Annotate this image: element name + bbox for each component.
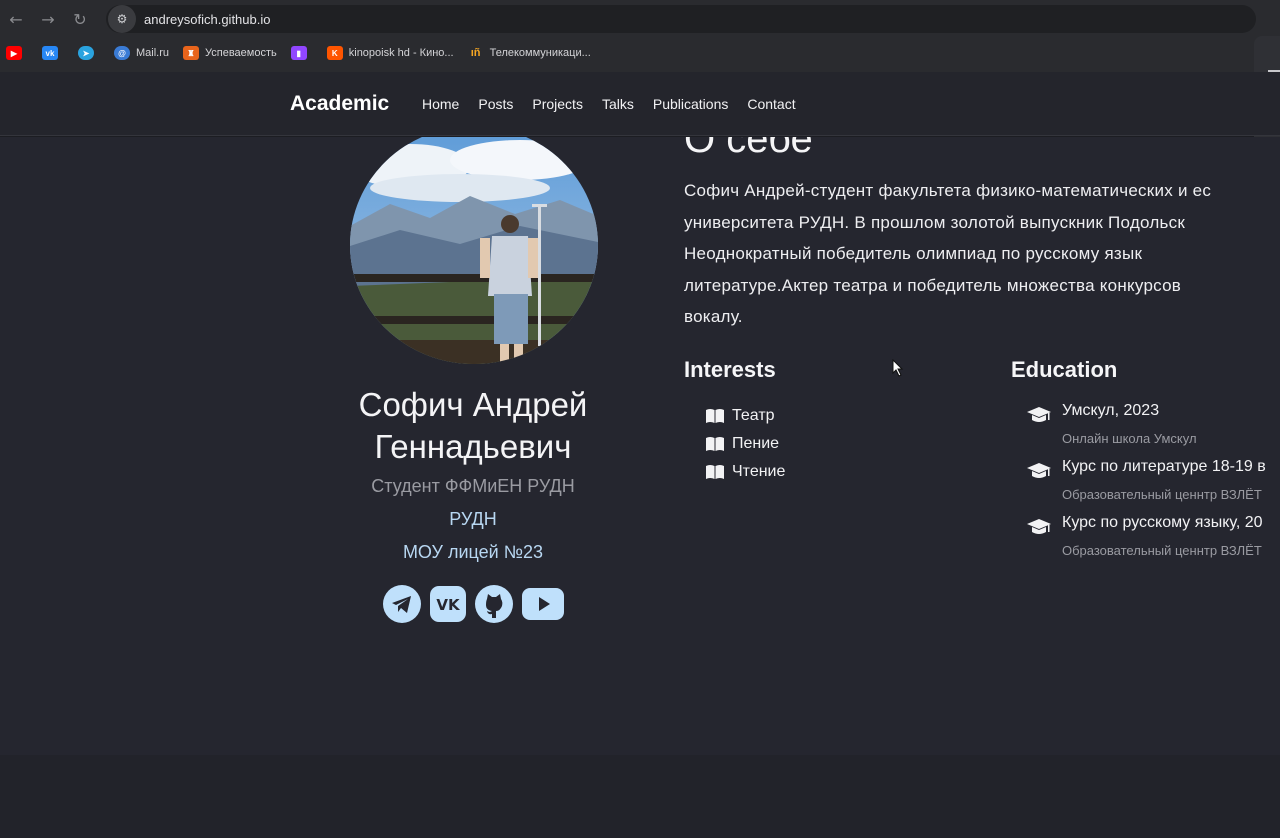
education-course: Умскул, 2023 [1062,402,1160,419]
list-item: Умскул, 2023 Онлайн школа Умскул [1026,402,1280,458]
nav-item-publications[interactable]: Publications [653,96,729,112]
svg-text:VK: VK [436,596,461,614]
github-icon[interactable] [475,585,513,623]
mailru-icon: @ [114,46,130,60]
graduation-cap-icon [1027,407,1051,422]
book-icon [706,437,724,451]
interest-label: Театр [732,407,775,424]
interests-heading: Interests [684,357,776,382]
profile-role: Студент ФФМиЕН РУДН [371,476,575,496]
about-line: университета РУДН. В прошлом золотой вып… [684,212,1186,232]
forward-icon[interactable]: → [32,3,64,35]
nav-item-projects[interactable]: Projects [532,96,583,112]
bookmark-twitch[interactable]: ▮ [290,46,313,60]
graduation-cap-icon [1027,463,1051,478]
interest-label: Пение [732,435,780,452]
university-icon: ♜ [183,46,200,60]
bookmark-mailru[interactable]: @ Mail.ru [114,46,169,60]
address-row: ← → ↻ ⚙ andreysofich.github.io [0,0,1280,38]
about-line: Неоднократный победитель олимпиад по рус… [684,244,1143,263]
list-item: Курс по литературе 18-19 в Образовательн… [1026,458,1280,514]
nav-item-contact[interactable]: Contact [747,96,795,112]
about-line: Софич Андрей-студент факультета физико-м… [684,181,1212,200]
education-institution: Образовательный ценнтр ВЗЛЁТ [1062,543,1262,558]
education-course: Курс по литературе 18-19 в [1062,458,1266,475]
profile-organization[interactable]: МОУ лицей №23 [300,542,646,563]
book-icon [706,409,724,423]
avatar-photo [350,137,598,364]
bookmark-label: Успеваемость [205,47,277,59]
bookmark-label: Телекоммуникаци... [489,47,591,59]
address-bar[interactable]: ⚙ andreysofich.github.io [106,5,1256,33]
kinopoisk-icon: K [326,46,343,60]
graduation-cap-icon [1027,519,1051,534]
book-icon [706,465,724,479]
bookmarks-bar: ▶ vk ➤ @ Mail.ru ♜ Успеваемость ▮ Kkinopoi… [0,40,1280,66]
site-info-icon[interactable]: ⚙ [108,5,136,33]
list-item: Пение [704,430,785,458]
bookmark-youtube[interactable]: ▶ [6,46,28,60]
page-footer [0,755,1280,838]
youtube-icon[interactable] [521,585,565,623]
bookmark-vk[interactable]: vk [42,46,64,60]
profile-name: Софич Андрей Геннадьевич [358,386,588,465]
avatar [350,137,598,364]
site-navbar: Academic Home Posts Projects Talks Publi… [0,72,1280,136]
list-item: Театр [704,402,785,430]
profile-organization[interactable]: РУДН [300,509,646,530]
mouse-cursor-icon [892,359,904,377]
youtube-icon: ▶ [6,46,22,60]
bookmark-uspevaemost[interactable]: ♜ Успеваемость [183,46,277,60]
nav-item-posts[interactable]: Posts [478,96,513,112]
nav-item-home[interactable]: Home [422,96,459,112]
nav-menu: Home Posts Projects Talks Publications C… [422,96,815,112]
about-text: Софич Андрей-студент факультета физико-м… [684,175,1280,333]
list-item: Чтение [704,458,785,486]
about-line: литературе.Актер театра и победитель мно… [684,275,1182,295]
main-content: Софич Андрей Геннадьевич Студент ФФМиЕН … [0,137,1280,755]
education-course: Курс по русскому языку, 20 [1062,514,1263,531]
list-item: Курс по русскому языку, 20 Образовательн… [1026,514,1280,570]
reload-icon[interactable]: ↻ [64,3,96,35]
vk-icon[interactable]: VK [429,585,467,623]
bookmark-telegram[interactable]: ➤ [78,46,100,60]
education-institution: Онлайн школа Умскул [1062,431,1197,446]
interest-label: Чтение [732,463,786,480]
about-line: вокалу. [684,307,743,326]
back-icon[interactable]: ← [0,3,32,35]
url-text[interactable]: andreysofich.github.io [144,12,270,27]
education-list: Умскул, 2023 Онлайн школа Умскул Курс по… [1026,402,1280,570]
telegram-icon[interactable] [383,585,421,623]
education-institution: Образовательный ценнтр ВЗЛЁТ [1062,487,1262,502]
social-links: VK [383,585,573,623]
bookmark-label: Mail.ru [136,47,170,59]
twitch-icon: ▮ [290,46,307,60]
vk-icon: vk [42,46,58,60]
nav-item-talks[interactable]: Talks [602,96,634,112]
telegram-icon: ➤ [78,46,94,60]
orange-icon: ıñ [470,47,481,59]
bookmark-label: kinopoisk hd - Кино... [348,47,454,59]
about-title: О себе [684,137,813,161]
education-heading: Education [1011,357,1118,382]
browser-chrome: ← → ↻ ⚙ andreysofich.github.io ▶ vk ➤ @ M… [0,0,1280,72]
bookmark-telecom[interactable]: ıñ Телекоммуникаци... [468,46,591,60]
interests-list: Театр Пение Чтение [704,402,785,486]
bookmark-kinopoisk[interactable]: Kkinopoisk hd - Кино... [326,46,454,60]
site-brand[interactable]: Academic [290,92,389,116]
